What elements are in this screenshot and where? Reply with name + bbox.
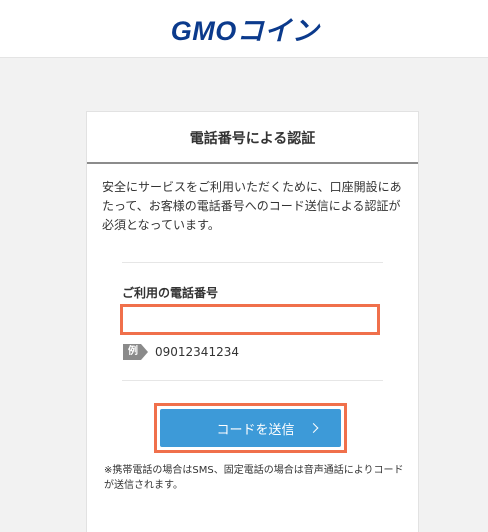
chevron-right-icon: [308, 423, 319, 433]
send-code-button[interactable]: コードを送信: [160, 409, 341, 447]
phone-example: 例 09012341234: [123, 344, 239, 360]
phone-number-input[interactable]: [123, 307, 377, 332]
phone-field-label: ご利用の電話番号: [122, 286, 219, 300]
card-description: 安全にサービスをご利用いただくために、口座開設にあたって、お客様の電話番号へのコ…: [102, 180, 402, 232]
site-header: GMOコイン: [0, 0, 488, 58]
divider-top: [122, 262, 383, 263]
phone-auth-card: 電話番号による認証 安全にサービスをご利用いただくために、口座開設にあたって、お…: [86, 111, 419, 532]
card-title: 電話番号による認証: [87, 112, 418, 164]
submit-highlight: コードを送信: [154, 403, 347, 453]
example-tag: 例: [123, 344, 148, 360]
phone-input-highlight: [120, 304, 380, 335]
sms-voice-note: ※携帯電話の場合はSMS、固定電話の場合は音声通話によりコードが送信されます。: [104, 465, 404, 491]
example-value: 09012341234: [155, 345, 239, 359]
gmo-coin-logo[interactable]: GMOコイン: [169, 9, 320, 48]
divider-bottom: [122, 380, 383, 381]
send-code-label: コードを送信: [216, 422, 295, 438]
